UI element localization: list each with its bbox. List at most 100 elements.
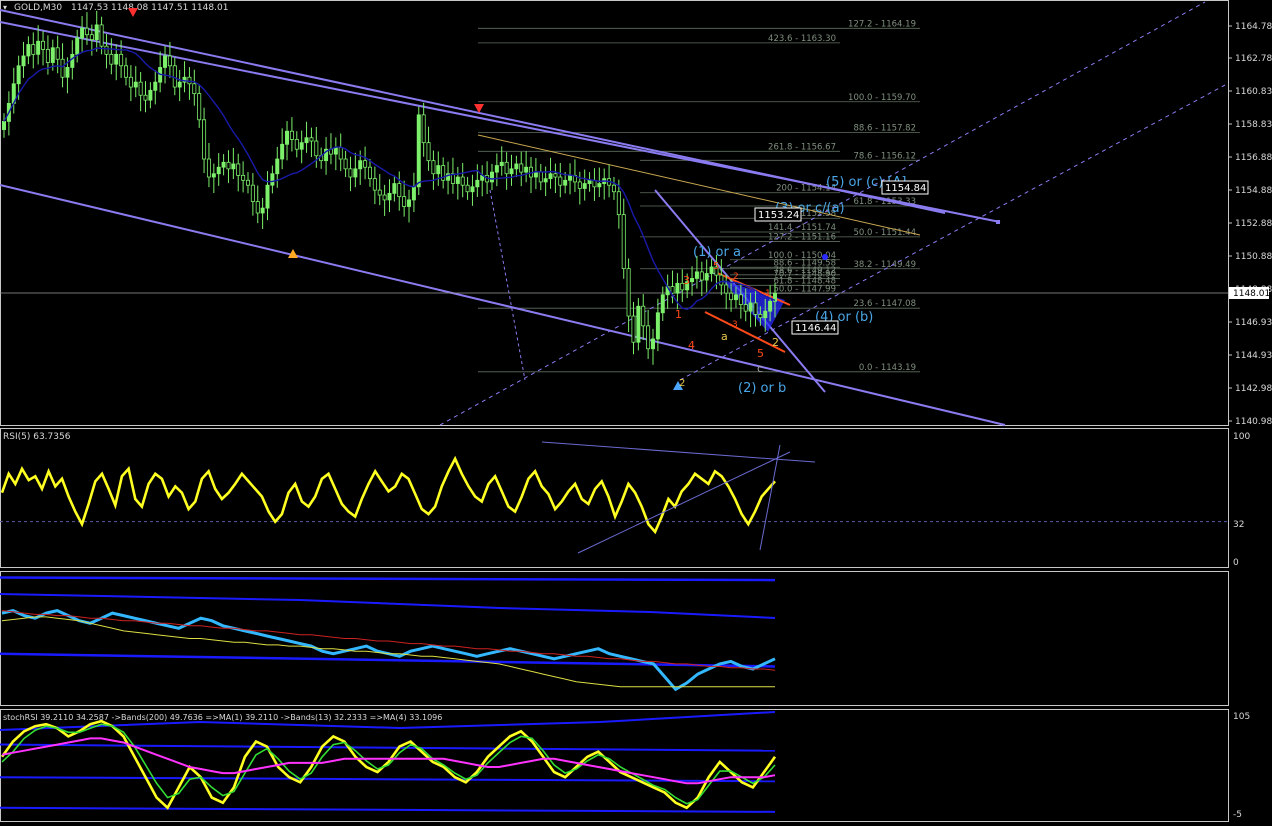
candle-body <box>426 142 431 162</box>
candle-body <box>553 173 558 178</box>
rsi-panel: 100 32 0 <box>0 432 1250 568</box>
candle-body <box>260 207 265 214</box>
candle-body <box>382 194 387 201</box>
candle-body <box>465 184 470 193</box>
candle-body <box>587 179 592 184</box>
price-box-label: 1146.44 <box>795 323 836 334</box>
candle-body <box>99 24 104 47</box>
candle-body <box>407 199 412 207</box>
wave-label: 3 <box>683 274 690 287</box>
candle-body <box>387 192 392 201</box>
candle-body <box>646 325 651 350</box>
price-tick-label: 1152.88 <box>1235 219 1272 229</box>
candle-body <box>611 184 616 193</box>
candle-body <box>738 294 743 305</box>
rsi-tick-label: 100 <box>1233 432 1250 442</box>
candle-body <box>343 158 348 170</box>
candle-body <box>84 27 89 36</box>
candle-body <box>348 168 353 178</box>
candle-body <box>26 44 31 57</box>
candle-body <box>245 179 250 186</box>
candle-body <box>641 305 646 327</box>
rsi-trend-line <box>759 444 781 551</box>
candle-body <box>167 55 172 67</box>
candle-body <box>416 114 421 188</box>
wave-label: 5 <box>757 347 764 360</box>
price-tick-label: 1146.93 <box>1235 318 1272 328</box>
stoch-tick-label: -5 <box>1233 810 1242 820</box>
candle-body <box>280 143 285 160</box>
candle-body <box>21 55 26 67</box>
wave-label: (2) or b <box>738 381 786 396</box>
lower-band-line <box>0 652 776 668</box>
stoch-tick-label: 105 <box>1233 712 1250 722</box>
candle-body <box>304 137 309 144</box>
candle-body <box>172 65 177 88</box>
candle-body <box>631 315 636 343</box>
fib-label: 38.2 - 1149.49 <box>853 260 916 270</box>
candle-body <box>514 163 519 170</box>
candle-body <box>133 81 138 88</box>
candle-body <box>768 300 773 312</box>
candle-body <box>621 214 626 270</box>
candle-body <box>568 174 573 181</box>
candle-body <box>651 338 656 350</box>
candle-body <box>563 179 568 186</box>
candle-body <box>211 173 216 178</box>
candle-body <box>192 83 197 94</box>
fib-label: 127.2 - 1164.19 <box>848 19 916 29</box>
candle-body <box>80 27 85 39</box>
stoch-series-line <box>1 723 776 805</box>
candle-body <box>202 119 207 160</box>
candle-body <box>294 138 299 150</box>
wave-label: a <box>721 330 728 343</box>
candle-body <box>65 67 70 78</box>
candle-body <box>314 140 319 157</box>
candle-body <box>758 314 763 319</box>
candle-body <box>372 178 377 191</box>
candle-body <box>455 176 460 184</box>
candle-body <box>119 53 124 67</box>
candle-body <box>748 302 753 312</box>
wave-label: 2 <box>772 336 779 349</box>
fib-label: 50.0 - 1151.44 <box>853 228 916 238</box>
candle-body <box>309 137 314 142</box>
candle-body <box>270 173 275 186</box>
candle-body <box>690 278 695 283</box>
candle-body <box>31 44 36 55</box>
candle-body <box>289 130 294 140</box>
candle-body <box>75 37 80 55</box>
candle-body <box>236 163 241 176</box>
candle-body <box>265 184 270 209</box>
price-tick-label: 1158.83 <box>1235 120 1272 130</box>
dashed-trend-line <box>489 189 526 381</box>
wave-label: 3 <box>732 320 738 330</box>
candle-body <box>109 53 114 65</box>
candle-body <box>299 142 304 150</box>
candle-body <box>699 271 704 281</box>
fib-label: 423.6 - 1163.30 <box>768 34 836 44</box>
candle-body <box>509 168 514 175</box>
candle-body <box>143 94 148 101</box>
price-tick-label: 1142.98 <box>1235 384 1272 394</box>
candle-body <box>582 183 587 189</box>
wave-label: 4 <box>688 339 695 352</box>
candle-body <box>460 176 465 186</box>
rsi-title: RSI(5) 63.7356 <box>3 432 71 442</box>
candle-body <box>719 274 724 286</box>
target-dot <box>822 254 828 260</box>
candle-body <box>285 130 290 145</box>
stochrsi-panel: 105 -5 <box>0 711 1250 820</box>
candle-body <box>543 178 548 183</box>
candle-body <box>16 65 21 85</box>
candle-body <box>470 186 475 193</box>
candle-body <box>538 171 543 183</box>
candle-body <box>616 191 621 216</box>
price-tick-label: 1160.83 <box>1235 87 1272 97</box>
price-tick-label: 1140.98 <box>1235 417 1272 427</box>
price-tick-label: 1164.78 <box>1235 22 1272 32</box>
candle-body <box>206 158 211 178</box>
bands-series-line <box>1 616 775 688</box>
wave-label: 2 <box>733 272 739 282</box>
candle-body <box>704 273 709 281</box>
